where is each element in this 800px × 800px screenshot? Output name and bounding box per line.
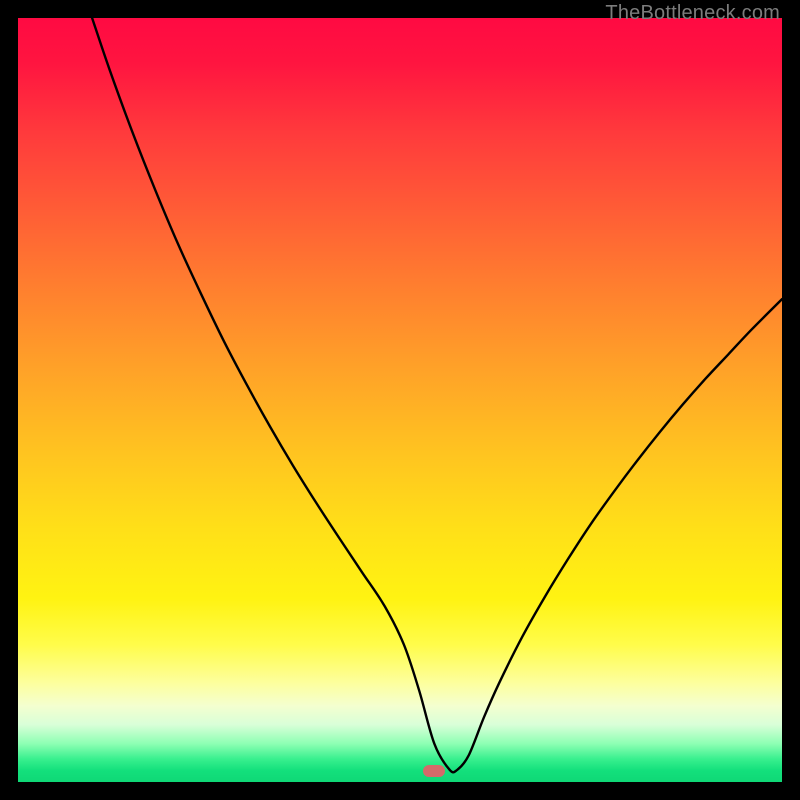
chart-frame: TheBottleneck.com xyxy=(0,0,800,800)
plot-area xyxy=(18,18,782,782)
watermark-text: TheBottleneck.com xyxy=(605,2,780,25)
bottleneck-curve xyxy=(18,18,782,782)
min-marker-icon xyxy=(423,765,445,777)
